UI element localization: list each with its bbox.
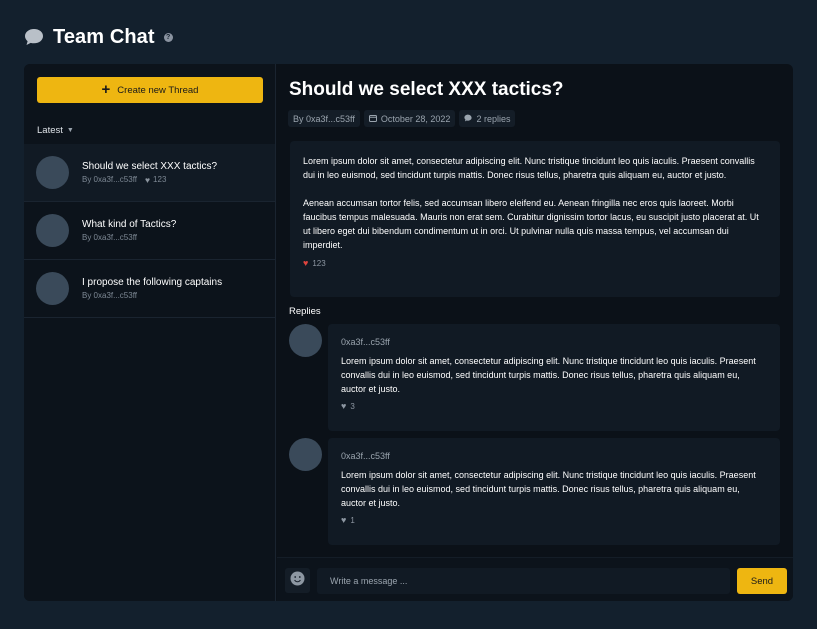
emoji-button[interactable] xyxy=(285,568,310,593)
reply-author[interactable]: 0xa3f...c53ff xyxy=(341,337,767,347)
thread-replies-count: 2 replies xyxy=(476,113,511,124)
post-paragraph: Aenean accumsan tortor felis, sed accums… xyxy=(303,198,759,250)
app-title: Team Chat xyxy=(53,25,155,48)
post-paragraph: Lorem ipsum dolor sit amet, consectetur … xyxy=(303,156,755,180)
create-thread-label: Create new Thread xyxy=(117,84,199,96)
chat-app: + Create new Thread Latest ▼ Should we s… xyxy=(24,64,793,601)
avatar xyxy=(36,272,69,305)
thread-meta: By 0xa3f...c53ff October 28, 2022 2 repl… xyxy=(288,110,516,127)
reply-bubble: 0xa3f...c53ff Lorem ipsum dolor sit amet… xyxy=(328,438,780,545)
thread-item-author: By 0xa3f...c53ff xyxy=(82,291,137,300)
thread-view: Should we select XXX tactics? By 0xa3f..… xyxy=(277,64,793,601)
heart-icon: ♥ xyxy=(303,258,309,268)
date-chip: October 28, 2022 xyxy=(363,110,456,127)
plus-icon: + xyxy=(101,81,111,98)
app-header: Team Chat ? xyxy=(24,24,173,50)
replies-heading: Replies xyxy=(289,306,321,317)
reply-like-button[interactable]: ♥ 3 xyxy=(341,401,767,411)
thread-sidebar: + Create new Thread Latest ▼ Should we s… xyxy=(24,64,276,601)
create-thread-button[interactable]: + Create new Thread xyxy=(37,77,263,103)
heart-icon: ♥ xyxy=(341,515,347,525)
message-composer: Send xyxy=(277,557,793,601)
like-button[interactable]: ♥ 123 xyxy=(303,258,767,268)
avatar xyxy=(289,324,322,357)
thread-list: Should we select XXX tactics? By 0xa3f..… xyxy=(24,144,275,318)
heart-icon: ♥ xyxy=(145,174,151,185)
thread-item-title: Should we select XXX tactics? xyxy=(82,160,218,172)
reply-body: Lorem ipsum dolor sit amet, consectetur … xyxy=(341,356,756,394)
reply-bubble: 0xa3f...c53ff Lorem ipsum dolor sit amet… xyxy=(328,324,780,431)
calendar-icon xyxy=(368,114,377,124)
message-input[interactable] xyxy=(317,568,730,594)
avatar xyxy=(289,438,322,471)
sort-dropdown[interactable]: Latest ▼ xyxy=(37,125,74,136)
thread-item[interactable]: What kind of Tactics? By 0xa3f...c53ff xyxy=(24,202,275,260)
comment-icon xyxy=(464,114,473,124)
reply-like-button[interactable]: ♥ 1 xyxy=(341,515,767,525)
avatar xyxy=(36,156,69,189)
thread-item-title: What kind of Tactics? xyxy=(82,219,177,230)
heart-icon: ♥ xyxy=(341,401,347,411)
thread-item-author: By 0xa3f...c53ff xyxy=(82,233,137,242)
thread-item-author: By 0xa3f...c53ff xyxy=(82,175,137,184)
sort-label: Latest xyxy=(37,125,63,136)
thread-item[interactable]: I propose the following captains By 0xa3… xyxy=(24,260,275,318)
chat-bubble-icon xyxy=(24,27,44,47)
help-icon[interactable]: ? xyxy=(163,32,173,42)
caret-down-icon: ▼ xyxy=(66,127,74,134)
replies-chip: 2 replies xyxy=(459,110,516,127)
thread-author: By 0xa3f...c53ff xyxy=(293,113,355,124)
thread-title: Should we select XXX tactics? xyxy=(289,79,564,100)
thread-date: October 28, 2022 xyxy=(380,113,451,124)
smiley-icon xyxy=(290,571,305,591)
author-chip[interactable]: By 0xa3f...c53ff xyxy=(288,110,360,127)
reply-likes: 3 xyxy=(350,401,355,411)
thread-item-title: I propose the following captains xyxy=(82,277,223,288)
post-likes: 123 xyxy=(312,258,326,268)
reply-author[interactable]: 0xa3f...c53ff xyxy=(341,451,767,461)
reply-body: Lorem ipsum dolor sit amet, consectetur … xyxy=(341,470,756,508)
avatar xyxy=(36,214,69,247)
thread-post: Lorem ipsum dolor sit amet, consectetur … xyxy=(290,141,780,297)
thread-item[interactable]: Should we select XXX tactics? By 0xa3f..… xyxy=(24,144,275,202)
send-button[interactable]: Send xyxy=(737,568,787,594)
reply-likes: 1 xyxy=(350,515,355,525)
thread-item-likes: 123 xyxy=(153,175,167,184)
